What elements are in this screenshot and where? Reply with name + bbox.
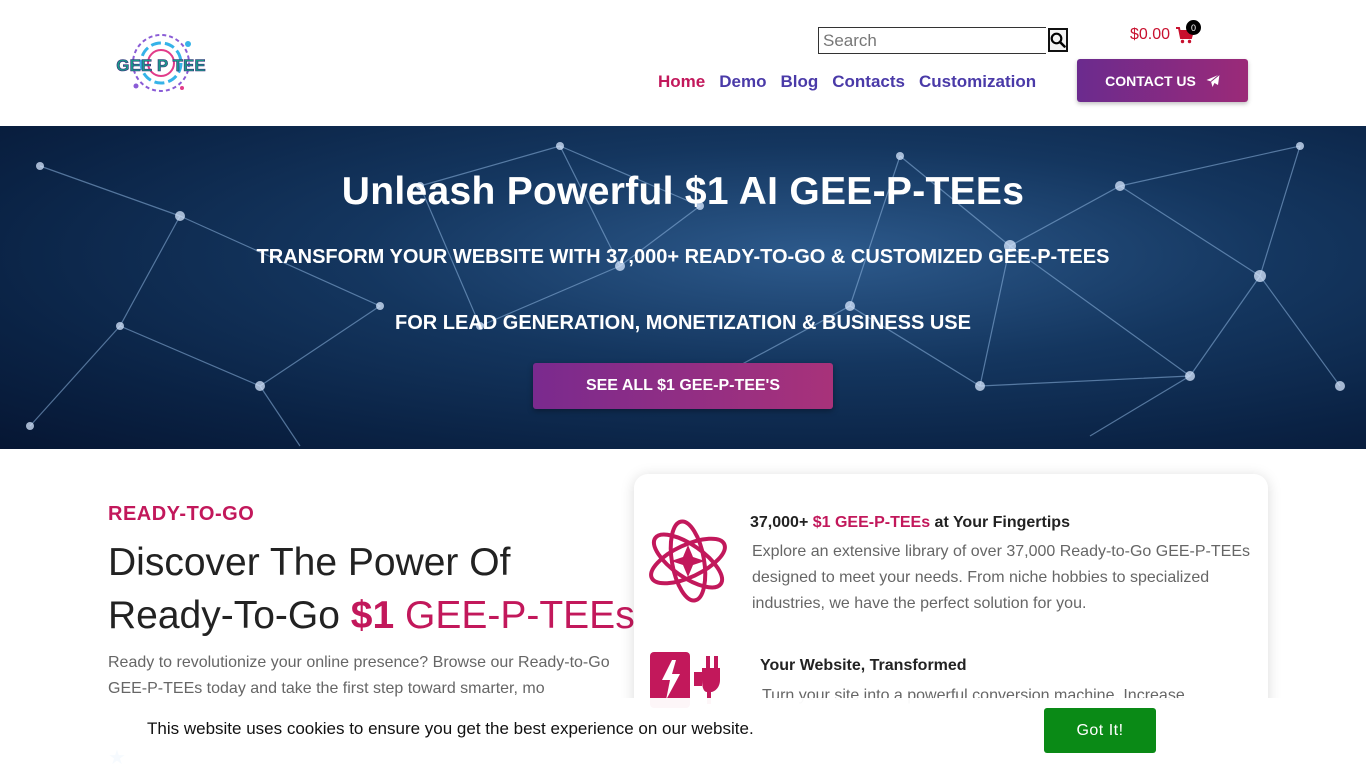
cookie-message: This website uses cookies to ensure you …	[147, 719, 754, 738]
nav-contacts[interactable]: Contacts	[832, 72, 905, 92]
cookie-banner: This website uses cookies to ensure you …	[0, 698, 1366, 768]
section-title-accent: GEE-P-TEEs	[394, 594, 635, 637]
nav-home[interactable]: Home	[658, 72, 705, 92]
feature2-title: Your Website, Transformed	[760, 657, 967, 674]
nav-demo[interactable]: Demo	[719, 72, 766, 92]
cart-count-badge: 0	[1186, 20, 1201, 35]
hero-subtitle-line2: FOR LEAD GENERATION, MONETIZATION & BUSI…	[395, 312, 971, 334]
hero-banner: Unleash Powerful $1 AI GEE-P-TEEs TRANSF…	[0, 126, 1366, 449]
feature1-title-prefix: 37,000+	[750, 514, 813, 531]
logo-text: GEE P TEE	[116, 56, 205, 75]
geeptee-logo[interactable]: GEE P TEE	[108, 30, 214, 98]
contact-us-label: CONTACT US	[1105, 72, 1196, 89]
nav-blog[interactable]: Blog	[780, 72, 818, 92]
hero-subtitle-line1: TRANSFORM YOUR WEBSITE WITH 37,000+ READ…	[256, 246, 1110, 268]
feature1-title-highlight: $1 GEE-P-TEEs	[812, 514, 931, 531]
section-title: Discover The Power Of Ready-To-Go $1 GEE…	[108, 536, 638, 642]
cart-amount: $0.00	[1130, 26, 1171, 43]
search-button[interactable]	[1048, 28, 1068, 52]
see-all-button[interactable]: SEE ALL $1 GEE-P-TEE'S	[533, 363, 833, 409]
cart-link[interactable]: $0.00	[1130, 26, 1195, 44]
feature1-title-suffix: at Your Fingertips	[930, 514, 1070, 531]
feature1-title: 37,000+ $1 GEE-P-TEEs at Your Fingertips	[750, 514, 1070, 532]
site-header: GEE P TEE $0.00 0 Home Demo Blog Contact…	[0, 0, 1366, 126]
atom-orbit-icon	[649, 519, 727, 603]
search-input[interactable]	[819, 28, 1048, 53]
search-box	[818, 27, 1068, 54]
section-intro: Ready to revolutionize your online prese…	[108, 654, 610, 697]
feature1-text: Explore an extensive library of over 37,…	[752, 543, 1250, 612]
cookie-accept-button[interactable]: Got It!	[1044, 708, 1156, 753]
search-icon	[1050, 32, 1066, 48]
nav-customization[interactable]: Customization	[919, 72, 1036, 92]
contact-us-button[interactable]: CONTACT US	[1077, 59, 1248, 102]
section-title-price: $1	[350, 594, 395, 637]
section-eyebrow: READY-TO-GO	[108, 503, 255, 525]
hero-title: Unleash Powerful $1 AI GEE-P-TEEs	[341, 170, 1025, 213]
paper-plane-icon	[1206, 73, 1220, 87]
main-nav: Home Demo Blog Contacts Customization	[658, 72, 1036, 92]
